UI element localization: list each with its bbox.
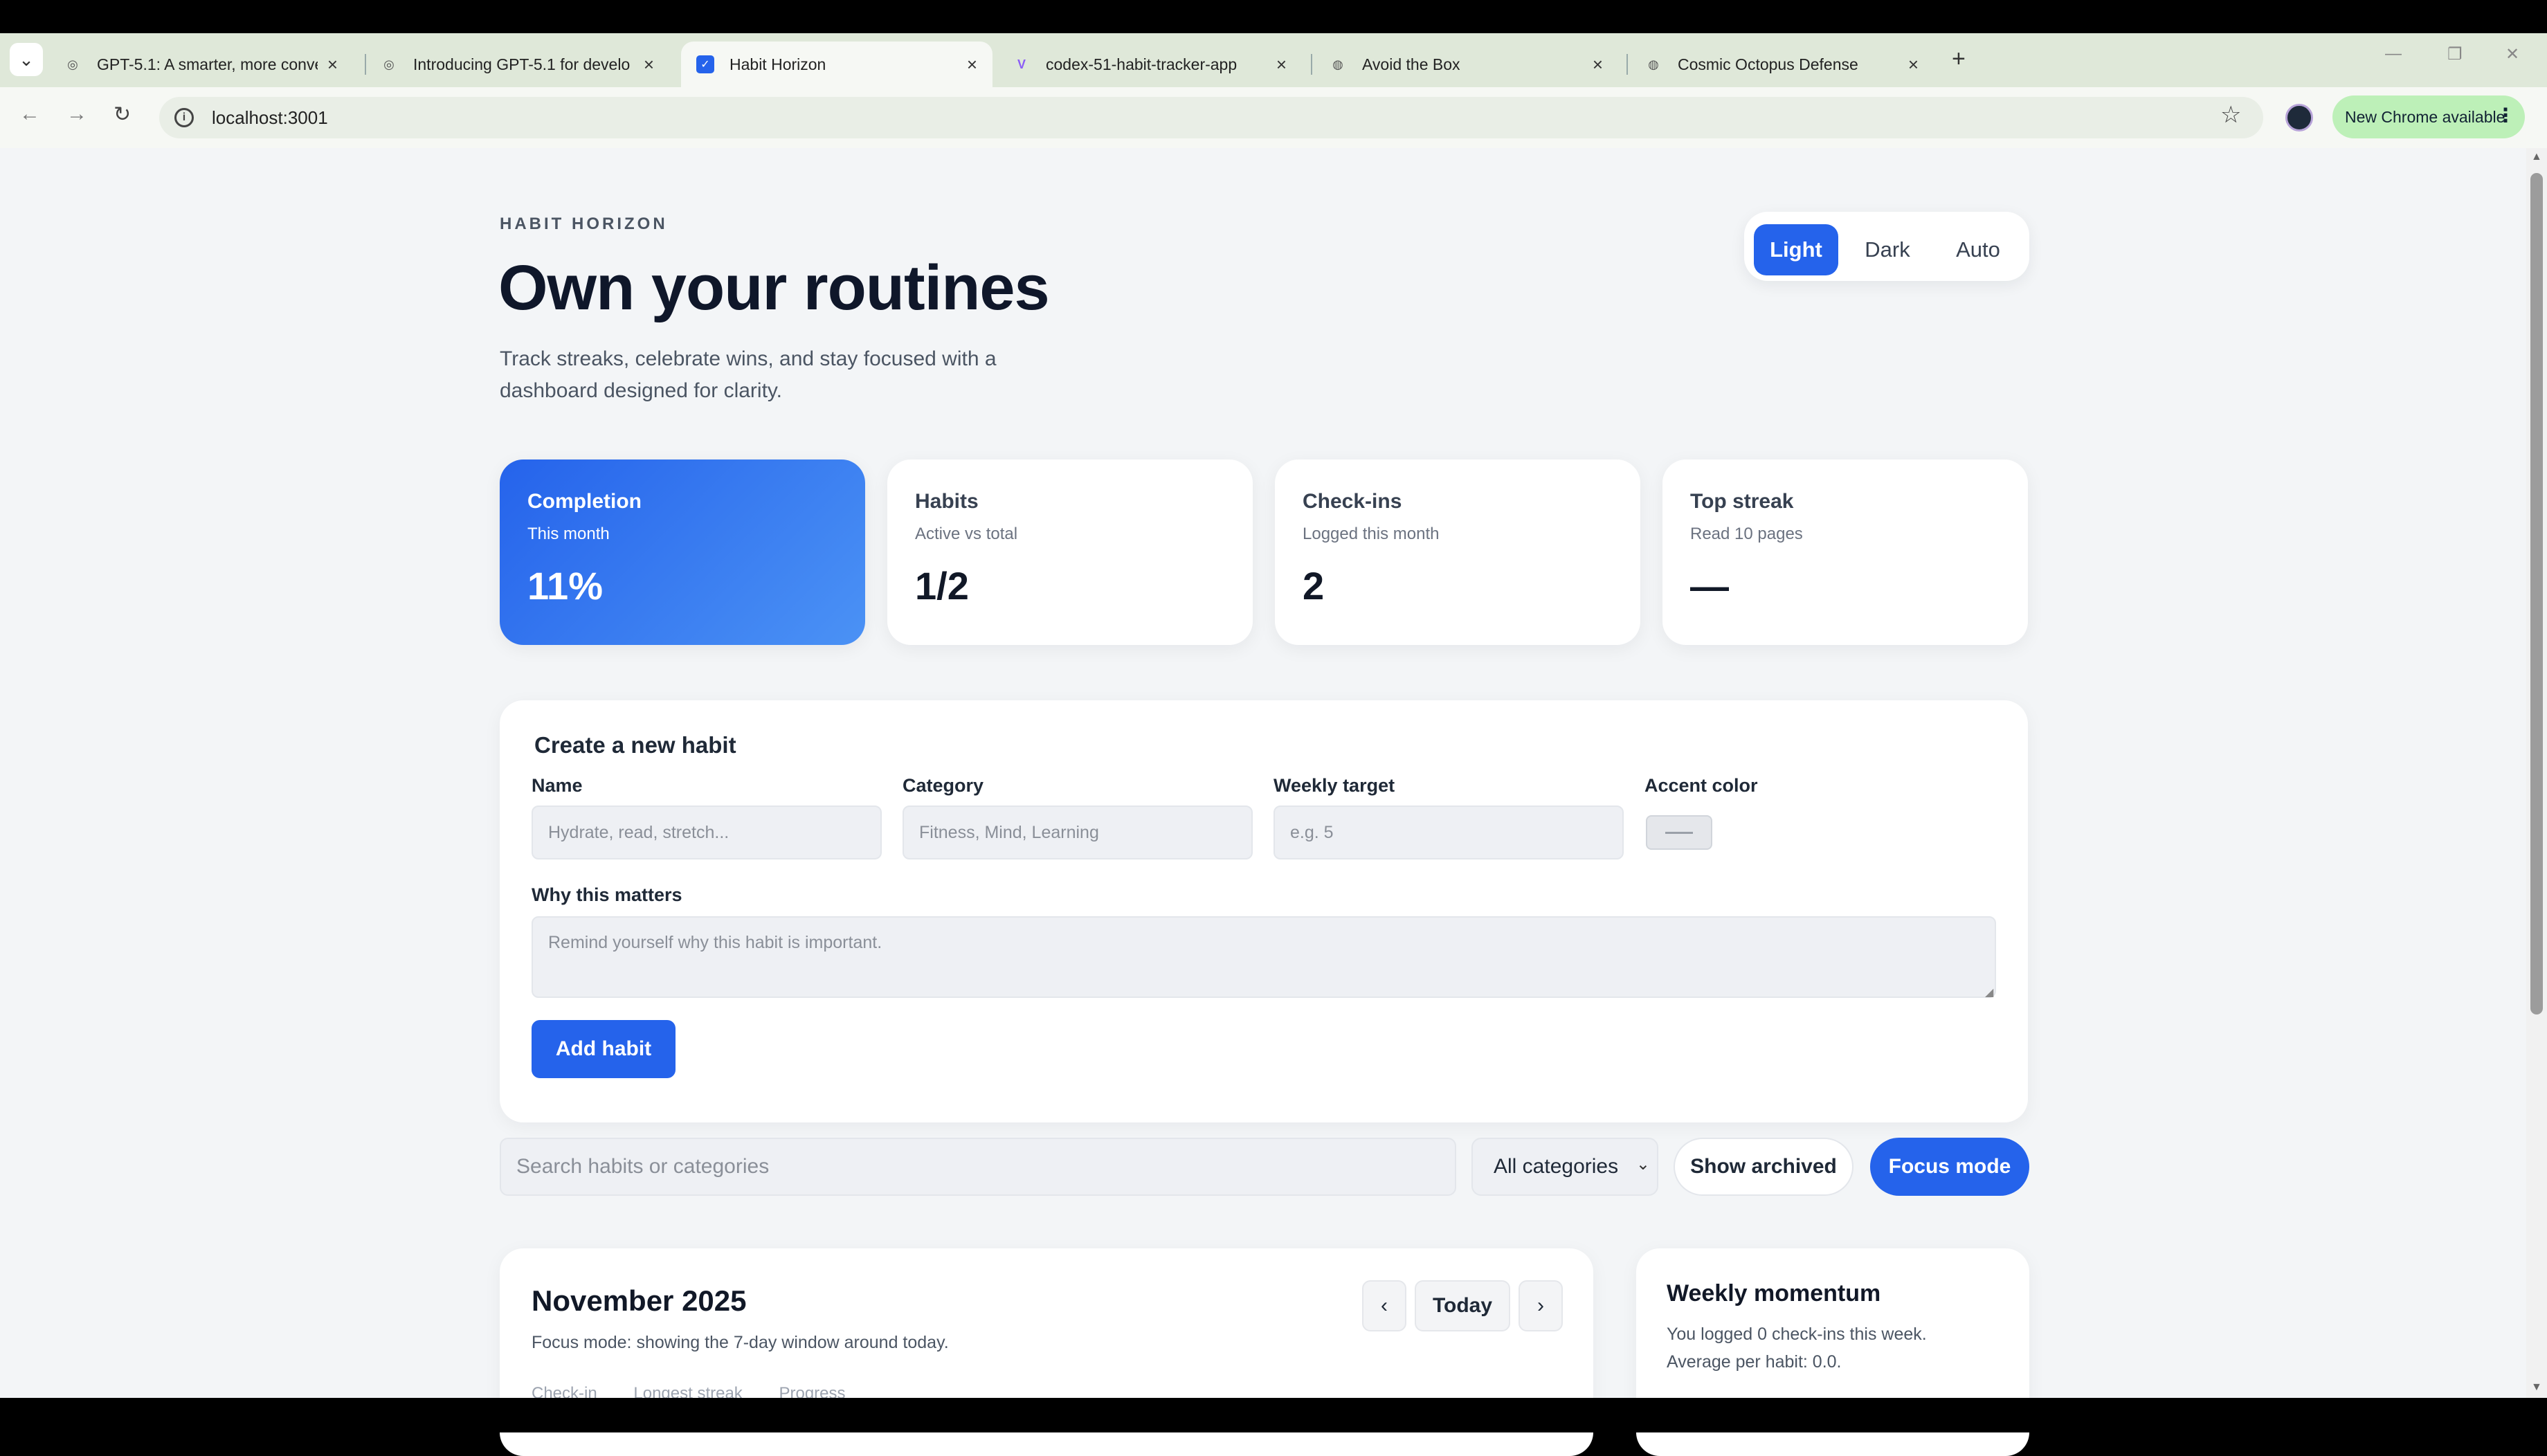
add-habit-button[interactable]: Add habit [532,1020,676,1078]
close-icon[interactable]: × [1276,54,1287,75]
globe-icon: ◍ [1648,57,1659,71]
back-icon[interactable]: ← [19,102,40,126]
chevron-down-icon: ⌄ [19,48,34,70]
openai-icon: ◎ [383,57,395,71]
show-archived-button[interactable]: Show archived [1674,1138,1853,1196]
momentum-checkins-text: You logged 0 check-ins this week. [1667,1325,1927,1344]
stat-value: 11% [527,564,603,608]
page-title: Own your routines [498,253,1050,323]
scroll-up-icon[interactable]: ▲ [2531,151,2542,163]
vite-icon: V [1017,57,1026,71]
brand-eyebrow: HABIT HORIZON [500,215,668,233]
name-label: Name [532,775,583,796]
more-menu-icon[interactable]: ⋮ [2496,104,2515,127]
close-icon[interactable]: × [327,54,338,75]
category-filter-select[interactable]: All categories ⌄ [1471,1138,1658,1196]
page-subtitle: Track streaks, celebrate wins, and stay … [500,347,997,402]
site-info-icon[interactable]: i [174,108,194,127]
address-bar[interactable]: i localhost:3001 [159,97,2263,138]
stat-value: 2 [1303,564,1325,608]
focus-mode-button[interactable]: Focus mode [1870,1138,2029,1196]
stat-card-checkins: Check-ins Logged this month 2 [1275,459,1640,645]
reload-icon[interactable]: ↻ [114,102,131,127]
minimize-icon[interactable]: — [2385,44,2402,64]
globe-icon: ◍ [1332,57,1343,71]
scrollbar-thumb[interactable] [2530,173,2543,1014]
theme-switcher: Light Dark Auto [1744,212,2029,281]
theme-dark-button[interactable]: Dark [1847,224,1928,275]
tab-search-button[interactable]: ⌄ [10,43,43,76]
today-button[interactable]: Today [1415,1280,1510,1331]
tab-divider [1311,54,1312,75]
focus-mode-note: Focus mode: showing the 7-day window aro… [532,1333,949,1352]
momentum-average-text: Average per habit: 0.0. [1667,1352,1842,1372]
bookmark-star-icon[interactable]: ☆ [2220,101,2241,129]
stat-card-top-streak: Top streak Read 10 pages — [1662,459,2028,645]
tab-divider [1626,54,1628,75]
stat-value: — [1690,564,1729,608]
tab-introducing-gpt51[interactable]: ◎ Introducing GPT-5.1 for develo × [365,42,669,87]
why-label: Why this matters [532,884,682,905]
openai-icon: ◎ [67,57,78,71]
theme-auto-button[interactable]: Auto [1937,224,2020,275]
weekly-target-input[interactable] [1274,806,1624,859]
checkbox-icon: ✓ [696,55,714,73]
profile-avatar[interactable] [2285,104,2313,131]
close-icon[interactable]: × [644,54,654,75]
screen-top-border [0,0,2547,33]
restore-icon[interactable]: ❐ [2447,44,2463,64]
new-tab-icon[interactable]: + [1952,46,1966,73]
tab-codex-habit-tracker[interactable]: V codex-51-habit-tracker-app × [997,42,1302,87]
close-icon[interactable]: × [1593,54,1603,75]
theme-light-button[interactable]: Light [1754,224,1838,275]
stat-value: 1/2 [915,564,969,608]
window-close-icon[interactable]: ✕ [2505,44,2519,64]
create-habit-title: Create a new habit [534,732,736,758]
accent-color-picker[interactable] [1646,815,1712,850]
close-icon[interactable]: × [1908,54,1919,75]
screen-bottom-border [0,1398,2547,1432]
stat-card-habits: Habits Active vs total 1/2 [887,459,1253,645]
close-icon[interactable]: × [967,54,977,75]
scroll-down-icon[interactable]: ▼ [2531,1381,2542,1394]
tab-cosmic-octopus[interactable]: ◍ Cosmic Octopus Defense × [1629,42,1934,87]
habit-name-input[interactable] [532,806,882,859]
tab-avoid-the-box[interactable]: ◍ Avoid the Box × [1314,42,1618,87]
tab-gpt51-smarter[interactable]: ◎ GPT-5.1: A smarter, more conve × [48,42,353,87]
category-label: Category [903,775,984,796]
habit-search-input[interactable] [500,1138,1456,1196]
weekly-momentum-title: Weekly momentum [1667,1280,1881,1307]
resize-grip-icon[interactable]: ◢ [1985,985,1993,999]
tab-strip: ⌄ ◎ GPT-5.1: A smarter, more conve × ◎ I… [0,33,2547,87]
chrome-update-button[interactable]: New Chrome available ⋮ [2332,95,2525,138]
accent-color-label: Accent color [1644,775,1758,796]
create-habit-card [500,700,2028,1122]
habit-category-input[interactable] [903,806,1253,859]
tab-habit-horizon[interactable]: ✓ Habit Horizon × [681,42,992,87]
calendar-month-title: November 2025 [532,1284,747,1317]
why-textarea[interactable] [532,916,1996,998]
forward-icon[interactable]: → [66,102,87,126]
stat-card-completion: Completion This month 11% [500,459,865,645]
chevron-down-icon: ⌄ [1635,1155,1650,1174]
weekly-target-label: Weekly target [1274,775,1395,796]
next-month-button[interactable]: › [1519,1280,1563,1331]
previous-month-button[interactable]: ‹ [1362,1280,1406,1331]
